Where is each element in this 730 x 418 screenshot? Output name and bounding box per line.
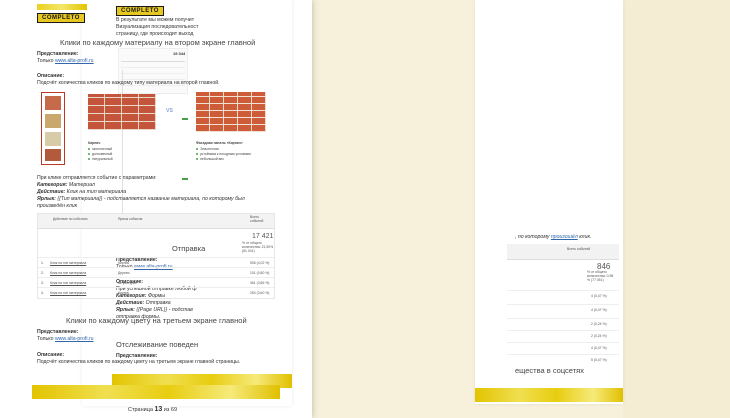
flow-marker bbox=[182, 178, 188, 180]
table-row: 3. Клик на тип материала Штукатурка 361 … bbox=[38, 277, 274, 287]
description-text: Подсчёт количества кликов по каждому цве… bbox=[37, 359, 241, 365]
row-value: 4 (0,47 %) bbox=[591, 308, 607, 312]
right-bullet: небольшой вес bbox=[196, 157, 224, 162]
stone-thumb[interactable] bbox=[45, 149, 61, 161]
total-subtitle: % от общего количества: 0,98 % (77 451) bbox=[587, 270, 614, 282]
site-link[interactable]: www.alta-profi.ru bbox=[55, 58, 94, 64]
table-row: 4. Клик на тип материала Кирпич 254 (3,6… bbox=[38, 287, 274, 297]
section-title: Клики по каждому материалу на втором экр… bbox=[60, 38, 256, 47]
column-header-label[interactable]: Ярлык события bbox=[118, 217, 142, 222]
category-line: Категория: Материал bbox=[37, 182, 95, 188]
section-title: Клики по каждому цвету на третьем экране… bbox=[66, 316, 247, 325]
right-background-page: , по которому произошёл клик. Всего собы… bbox=[475, 0, 623, 404]
paragraph-line: В результате мы можем получит bbox=[116, 17, 195, 23]
section-heading: Отслеживание поведен bbox=[116, 340, 199, 349]
footer-heading: ещества в соцсетях bbox=[515, 366, 584, 375]
column-header: Всего событий bbox=[567, 247, 591, 251]
representation-label: Представление: bbox=[37, 329, 79, 335]
vs-label: VS bbox=[166, 108, 173, 114]
column-header-action[interactable]: Действие по событию bbox=[53, 217, 88, 222]
description-label: Описание: bbox=[37, 73, 65, 79]
text-line: , по которому произошёл клик. bbox=[515, 234, 592, 240]
representation-label: Представление: bbox=[37, 51, 79, 57]
table-row: 2. Клик на тип материала Дерево 101 (0,8… bbox=[38, 267, 274, 277]
left-background-page: COMPLETO В результате мы можем получит В… bbox=[82, 0, 292, 406]
brick-image bbox=[88, 94, 156, 130]
right-caption: Фасадная панель «Кирпич» bbox=[196, 141, 243, 145]
yellow-footer-band bbox=[475, 388, 623, 402]
action-line: Действие: Клик на тип материала bbox=[37, 189, 127, 195]
wood-thumb[interactable] bbox=[45, 114, 61, 128]
row-value: 4 (0,47 %) bbox=[591, 294, 607, 298]
facade-panel-image bbox=[196, 92, 266, 132]
stats-table: Всего событий 846 % от общего количества… bbox=[507, 244, 619, 362]
completo-logo: COMPLETO bbox=[116, 6, 164, 16]
logo-top-bar bbox=[37, 4, 87, 10]
table-row: 1. Клик на тип материала Кирпич 506 (4,0… bbox=[38, 257, 274, 267]
site-link[interactable]: www.alta-profi.ru bbox=[55, 336, 94, 342]
event-intro: При клике отправляется событие с парамет… bbox=[37, 175, 157, 181]
total-subtitle: % от общего количества: 21,50% (81 041) bbox=[242, 241, 274, 253]
flow-marker bbox=[182, 118, 188, 120]
material-selector-panel bbox=[41, 92, 65, 165]
row-value: 5 (0,47 %) bbox=[591, 358, 607, 362]
yellow-footer-band bbox=[32, 385, 280, 399]
left-bullet: натуральный bbox=[88, 157, 113, 162]
completo-logo: COMPLETO bbox=[37, 13, 85, 23]
representation-text: Только www.alta-profi.ru bbox=[37, 336, 94, 342]
mini-total: 19 344 bbox=[173, 51, 186, 56]
paragraph-line: страницу, где происходит выход bbox=[116, 31, 194, 37]
brick-thumb[interactable] bbox=[45, 96, 61, 110]
description-text: Подсчёт количества кликов по каждому тип… bbox=[37, 80, 220, 86]
column-header-total[interactable]: Всего событий bbox=[250, 215, 272, 223]
representation-text: Только www.alta-profi.ru bbox=[37, 58, 94, 64]
row-value: 2 (0,24 %) bbox=[591, 322, 607, 326]
total-value: 17 421 bbox=[252, 233, 274, 240]
action-line: Действие: Отправка bbox=[116, 300, 171, 306]
events-table: Действие по событию Ярлык события Всего … bbox=[37, 213, 275, 299]
plaster-thumb[interactable] bbox=[45, 132, 61, 146]
description-label: Описание: bbox=[37, 352, 65, 358]
page-number: Страница 13 из 69 bbox=[128, 406, 178, 413]
left-caption: Кирпич bbox=[88, 141, 101, 145]
label-line: Ярлык: {{Тип материала}} - подставляется… bbox=[37, 196, 245, 202]
label-line: Ярлык: {{Page URL}} - подстав bbox=[116, 307, 193, 313]
background-swatch-strip bbox=[623, 0, 730, 418]
label-line-2: произведён клик bbox=[37, 203, 78, 209]
row-value: 2 (0,24 %) bbox=[591, 334, 607, 338]
paragraph-line: Визуализация последовательност bbox=[116, 24, 199, 30]
row-value: 4 (0,47 %) bbox=[591, 346, 607, 350]
mini-stats-table: 19 344 bbox=[118, 48, 188, 94]
